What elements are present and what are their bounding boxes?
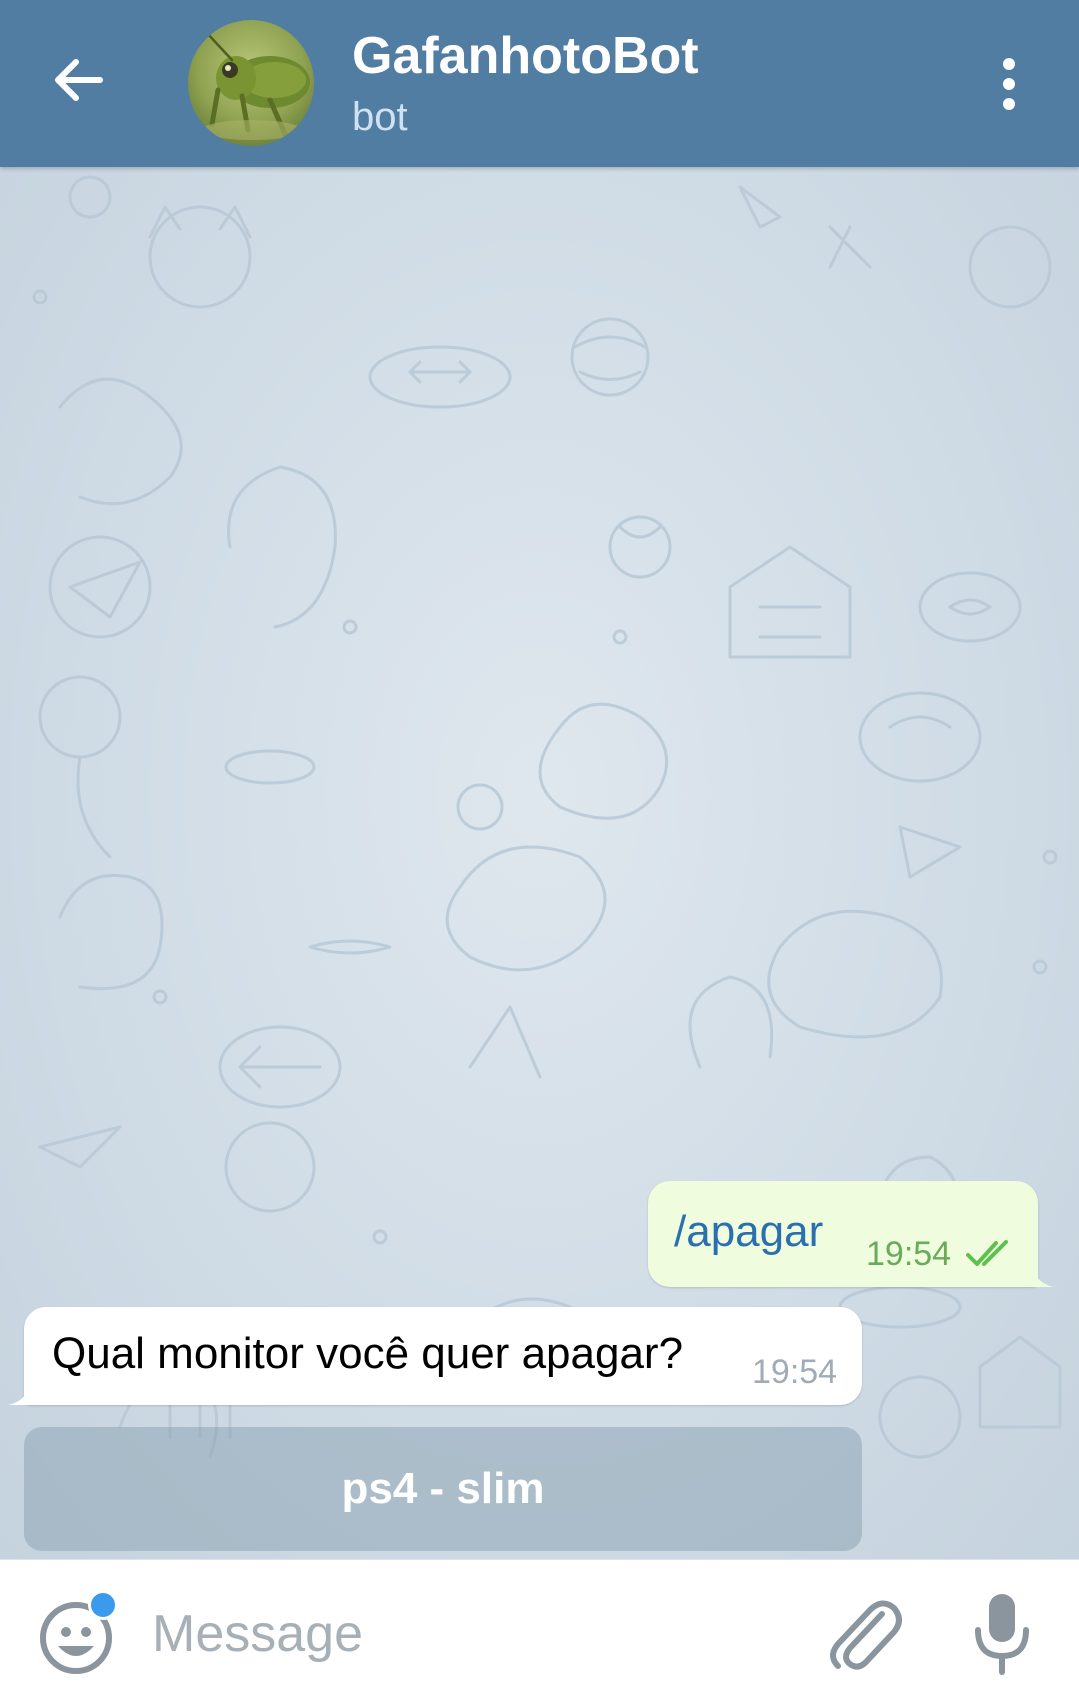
- microphone-icon: [975, 1594, 1029, 1675]
- chat-header: GafanhotoBot bot: [0, 0, 1079, 167]
- message-text: Qual monitor você quer apagar?: [52, 1329, 684, 1378]
- back-button[interactable]: [44, 46, 112, 114]
- chat-title: GafanhotoBot: [352, 27, 699, 85]
- more-vertical-icon: [1003, 58, 1015, 110]
- double-check-icon: [966, 1240, 1008, 1266]
- message-time: 19:54: [752, 1353, 838, 1391]
- grasshopper-photo: [188, 20, 314, 146]
- microphone-button[interactable]: [972, 1592, 1032, 1676]
- message-time: 19:54: [866, 1235, 952, 1273]
- avatar[interactable]: [188, 20, 314, 146]
- more-menu-button[interactable]: [984, 52, 1034, 116]
- inline-keyboard-button[interactable]: ps4 - slim: [24, 1427, 862, 1551]
- message-composer: [0, 1559, 1079, 1705]
- attach-button[interactable]: [826, 1592, 902, 1674]
- chat-messages-area[interactable]: /apagar 19:54 Qual monitor você quer apa…: [0, 167, 1079, 1559]
- arrow-left-icon: [55, 59, 103, 101]
- outgoing-message[interactable]: /apagar 19:54: [648, 1181, 1054, 1287]
- incoming-message[interactable]: Qual monitor você quer apagar? 19:54: [8, 1307, 862, 1405]
- chat-subtitle: bot: [352, 95, 408, 139]
- message-input[interactable]: [150, 1590, 794, 1678]
- paperclip-icon: [830, 1600, 902, 1670]
- bubble-tail: [8, 1379, 32, 1405]
- command-link[interactable]: /apagar: [674, 1207, 823, 1257]
- bubble-tail: [1030, 1261, 1054, 1287]
- notification-dot: [88, 1590, 118, 1620]
- emoji-button[interactable]: [36, 1590, 124, 1678]
